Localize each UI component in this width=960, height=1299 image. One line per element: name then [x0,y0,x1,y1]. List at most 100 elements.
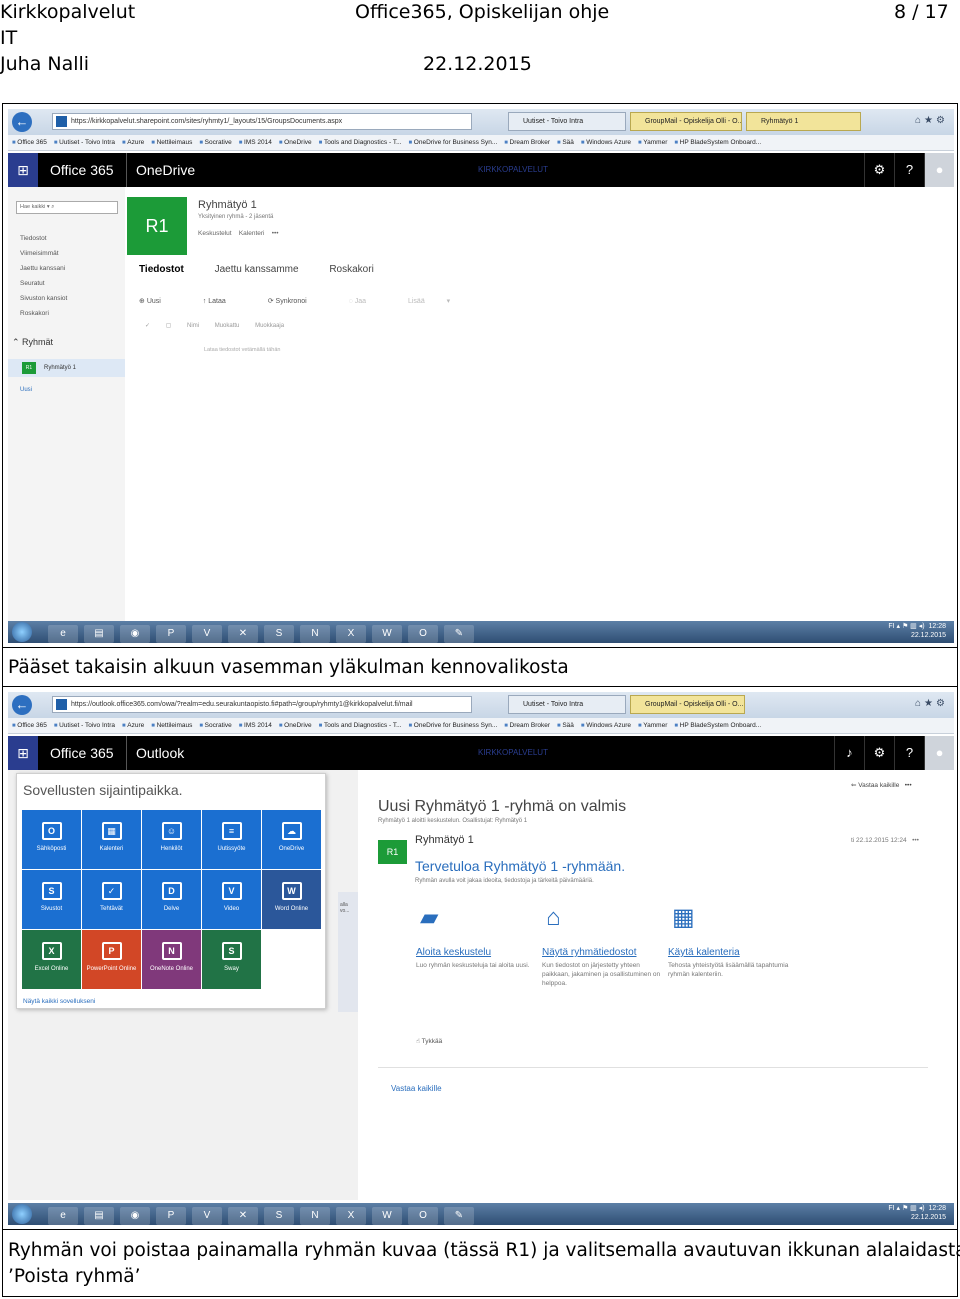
launcher-tile[interactable]: ☁ OneDrive [262,810,321,869]
word-icon[interactable]: W [372,1207,402,1225]
group-item-ryhmatyo1[interactable]: R1 Ryhmätyö 1 [8,359,125,377]
gear-icon[interactable]: ⚙ [864,153,894,187]
tools-icon[interactable]: ✕ [228,625,258,643]
group-picture-r1[interactable]: R1 [378,840,407,864]
back-arrow-icon[interactable]: ← [12,695,32,715]
excel-icon[interactable]: X [336,1207,366,1225]
skype-icon[interactable]: S [264,625,294,643]
browser-tools-icon[interactable]: ⌂★⚙ [915,698,948,709]
launcher-tile[interactable]: D Delve [142,870,201,929]
help-icon[interactable]: ? [894,736,924,770]
launcher-tile[interactable]: S Sway [202,930,261,989]
tab-groupmail[interactable]: GroupMail - Opiskelija Olli - O... [630,695,745,714]
office365-brand[interactable]: Office 365 [50,736,114,770]
nav-item-shared[interactable]: Jaettu kanssani [20,261,67,276]
check-icon[interactable]: ✓ [145,323,150,329]
app-launcher-waffle-icon[interactable]: ⊞ [8,153,38,187]
launcher-tile[interactable]: S Sivustot [22,870,81,929]
word-icon[interactable]: W [372,625,402,643]
ie-icon[interactable]: e [48,625,78,643]
app-name-outlook[interactable]: Outlook [126,736,184,770]
tab-intra[interactable]: Uutiset - Toivo Intra [508,695,626,714]
action-use-calendar[interactable]: ▦ Käytä kalenteria Tehosta yhteistyötä l… [668,905,790,979]
launcher-tile[interactable]: ▦ Kalenteri [82,810,141,869]
sender-name[interactable]: Ryhmätyö 1 [415,834,474,846]
group-tile-r1[interactable]: R1 [127,197,187,255]
back-arrow-icon[interactable]: ← [12,112,32,132]
bell-icon[interactable]: ♪ [834,736,864,770]
tab-ryhmatyo[interactable]: Ryhmätyö 1 [746,112,861,131]
office365-brand[interactable]: Office 365 [50,153,114,187]
address-bar[interactable]: https://kirkkopalvelut.sharepoint.com/si… [52,113,472,130]
gear-icon[interactable]: ⚙ [864,736,894,770]
tab-shared-with-us[interactable]: Jaettu kanssamme [215,264,299,275]
start-button-icon[interactable] [12,622,32,642]
launcher-tile[interactable]: O Sähköposti [22,810,81,869]
nav-item-files[interactable]: Tiedostot [20,231,67,246]
reply-all-button[interactable]: Vastaa kaikille [391,1084,442,1093]
chrome-icon[interactable]: ◉ [120,1207,150,1225]
see-all-apps-link[interactable]: Näytä kaikki sovellukseni [23,998,95,1005]
taskbar-clock[interactable]: FI ▴ ⚑ ▥ ◂) 12:28 22.12.2015 [888,1204,946,1222]
reply-all-top-button[interactable]: ⇐ Vastaa kaikille ••• [851,781,912,789]
excel-icon[interactable]: X [336,625,366,643]
action-start-conversation[interactable]: ▰ Aloita keskustelu Luo ryhmän keskustel… [416,905,538,970]
paint-icon[interactable]: ✎ [444,625,474,643]
avatar[interactable]: ● [924,153,954,187]
nav-item-followed[interactable]: Seuratut [20,276,67,291]
search-input[interactable]: Hae kaikki ▾ ⌕ [16,201,118,214]
link-calendar[interactable]: Kalenteri [239,230,265,237]
launcher-tile[interactable]: V Video [202,870,261,929]
column-modified[interactable]: Muokattu [215,323,240,329]
visio-icon[interactable]: V [192,625,222,643]
new-group-link[interactable]: Uusi [20,387,32,393]
column-modified-by[interactable]: Muokkaaja [255,323,284,329]
browser-tools-icon[interactable]: ⌂★⚙ [915,115,948,126]
launcher-tile[interactable]: N OneNote Online [142,930,201,989]
ie-icon[interactable]: e [48,1207,78,1225]
launcher-tile[interactable]: P PowerPoint Online [82,930,141,989]
paint-icon[interactable]: ✎ [444,1207,474,1225]
help-icon[interactable]: ? [894,153,924,187]
more-button[interactable]: Lisää ▾ [408,298,450,305]
column-name[interactable]: Nimi [187,323,199,329]
address-bar[interactable]: https://outlook.office365.com/owa/?realm… [52,696,472,713]
explorer-icon[interactable]: ▤ [84,1207,114,1225]
tab-recycle-bin[interactable]: Roskakori [329,264,373,275]
new-button[interactable]: ⊕ Uusi [139,298,181,305]
launcher-tile[interactable]: W Word Online [262,870,321,929]
share-button[interactable]: ◌ Jaa [349,298,386,305]
onenote-icon[interactable]: N [300,1207,330,1225]
project-icon[interactable]: P [156,1207,186,1225]
visio-icon[interactable]: V [192,1207,222,1225]
groups-header[interactable]: ⌃ Ryhmät [12,337,53,348]
app-launcher-waffle-icon[interactable]: ⊞ [8,736,38,770]
nav-item-recycle[interactable]: Roskakori [20,306,67,321]
outlook-icon[interactable]: O [408,1207,438,1225]
like-button[interactable]: ☝ Tykkää [416,1037,442,1045]
action-show-files[interactable]: ⌂ Näytä ryhmätiedostot Kun tiedostot on … [542,905,664,988]
chrome-icon[interactable]: ◉ [120,625,150,643]
link-conversations[interactable]: Keskustelut [198,230,232,237]
start-button-icon[interactable] [12,1204,32,1224]
explorer-icon[interactable]: ▤ [84,625,114,643]
upload-button[interactable]: ↑ Lataa [203,298,246,305]
nav-item-recent[interactable]: Viimeisimmät [20,246,67,261]
launcher-tile[interactable]: ≡ Uutissyöte [202,810,261,869]
skype-icon[interactable]: S [264,1207,294,1225]
app-name-onedrive[interactable]: OneDrive [126,153,195,187]
sync-button[interactable]: ⟳ Synkronoi [268,298,327,305]
tools-icon[interactable]: ✕ [228,1207,258,1225]
tab-intra[interactable]: Uutiset - Toivo Intra [508,112,626,131]
tab-groupmail[interactable]: GroupMail - Opiskelija Olli - O... [630,112,742,131]
launcher-tile[interactable]: ✓ Tehtävät [82,870,141,929]
avatar[interactable]: ● [924,736,954,770]
tab-files[interactable]: Tiedostot [139,264,184,275]
taskbar-clock[interactable]: FI ▴ ⚑ ▥ ◂) 12:28 22.12.2015 [888,622,946,640]
launcher-tile[interactable]: X Excel Online [22,930,81,989]
nav-item-site-folders[interactable]: Sivuston kansiot [20,291,67,306]
launcher-tile[interactable]: ☺ Henkilöt [142,810,201,869]
onenote-icon[interactable]: N [300,625,330,643]
outlook-icon[interactable]: O [408,625,438,643]
project-icon[interactable]: P [156,625,186,643]
